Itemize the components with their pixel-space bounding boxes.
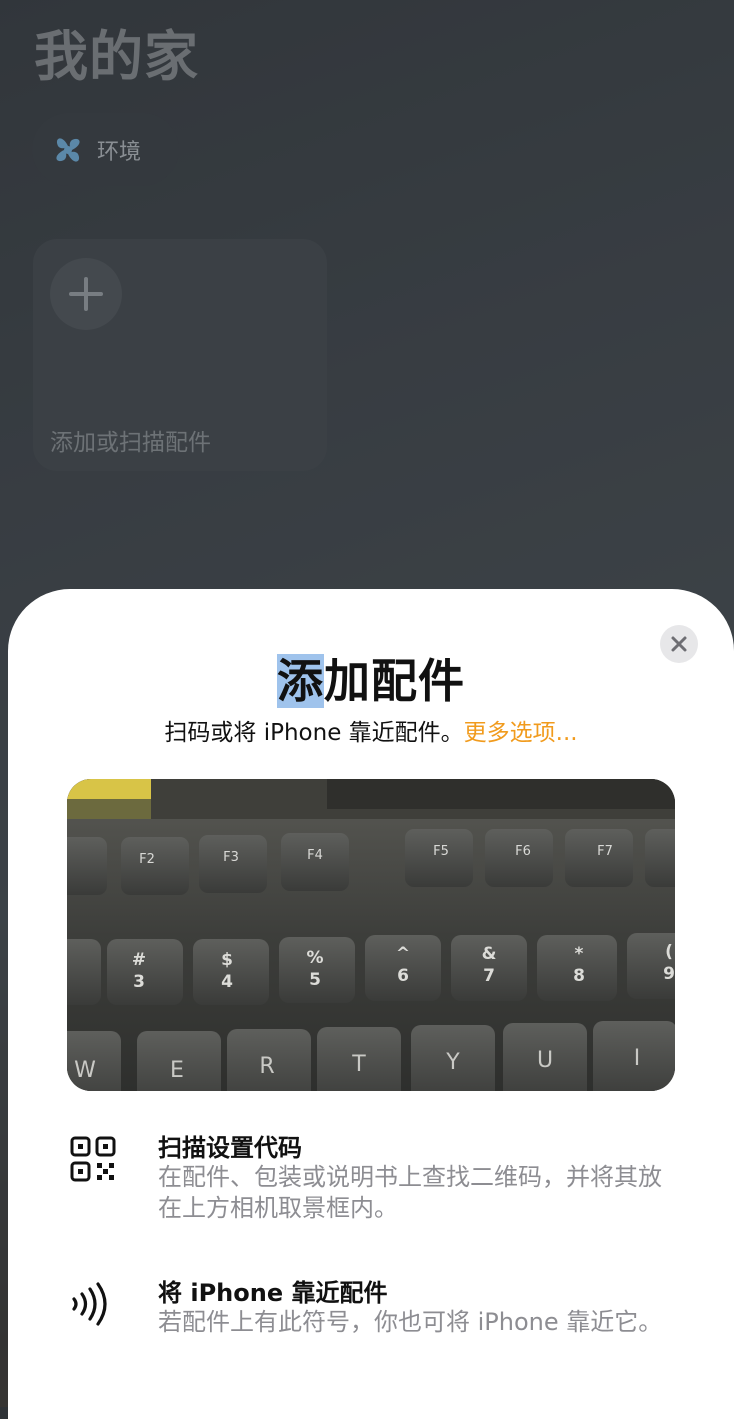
sheet-title-selected-char: 添 [277,654,324,708]
svg-text:$: $ [221,950,233,970]
keyboard-letter-row: W E R T Y U I [67,1021,675,1091]
svg-text:^: ^ [396,944,410,964]
sheet-subtitle-text: 扫码或将 iPhone 靠近配件。 [164,720,464,746]
fan-icon [56,137,80,162]
sheet-title-rest: 加配件 [324,654,465,708]
svg-text:*: * [575,944,584,964]
svg-text:7: 7 [483,966,495,986]
svg-text:9: 9 [663,964,675,984]
svg-text:F6: F6 [515,844,531,859]
svg-text:#: # [132,950,146,970]
svg-text:F7: F7 [597,844,613,859]
environment-chip[interactable]: 环境 [32,113,179,186]
svg-text:6: 6 [397,966,409,986]
option-scan-title: 扫描设置代码 [158,1134,302,1162]
option-nfc-description: 若配件上有此符号，你也可将 iPhone 靠近它。 [158,1308,663,1336]
more-options-link[interactable]: 更多选项... [464,720,578,746]
add-accessory-tile-label: 添加或扫描配件 [50,430,211,456]
svg-text:F3: F3 [223,850,239,865]
svg-text:T: T [351,1052,366,1077]
keyboard-number-row: # 3 $ 4 % 5 ^ 6 & 7 * 8 ( 9 [67,933,675,1005]
svg-text:8: 8 [573,966,585,986]
home-title: 我的家 [34,25,199,88]
svg-text:W: W [74,1058,96,1083]
svg-text:4: 4 [221,972,233,992]
sheet-subtitle: 扫码或将 iPhone 靠近配件。更多选项... [8,713,734,747]
svg-text:U: U [537,1048,553,1073]
svg-text:%: % [306,948,323,968]
svg-text:F5: F5 [433,844,449,859]
camera-viewfinder[interactable]: F2 F3 F4 F5 F6 F7 # 3 $ 4 % 5 ^ 6 & 7 * … [67,779,675,1091]
svg-text:I: I [634,1046,641,1071]
svg-text:F2: F2 [139,852,155,867]
environment-chip-label: 环境 [97,139,142,165]
svg-text:E: E [170,1058,184,1083]
svg-text:&: & [482,944,497,964]
option-nfc-title: 将 iPhone 靠近配件 [158,1279,388,1307]
camera-feed: F2 F3 F4 F5 F6 F7 # 3 $ 4 % 5 ^ 6 & 7 * … [67,779,675,1091]
svg-text:Y: Y [445,1050,460,1075]
svg-text:(: ( [665,942,673,962]
svg-text:F4: F4 [307,848,323,863]
plus-icon [50,258,122,330]
add-accessory-sheet: 添加配件 扫码或将 iPhone 靠近配件。更多选项... F2 F3 F4 F… [8,589,734,1419]
qr-code-icon [70,1136,116,1182]
svg-text:5: 5 [309,970,321,990]
option-scan-description: 在配件、包装或说明书上查找二维码，并将其放在上方相机取景框内。 [158,1163,662,1222]
svg-text:R: R [259,1054,274,1079]
add-accessory-tile[interactable]: 添加或扫描配件 [33,239,327,471]
sheet-title: 添加配件 [8,645,734,711]
svg-text:3: 3 [133,972,145,992]
nfc-icon [72,1282,107,1326]
